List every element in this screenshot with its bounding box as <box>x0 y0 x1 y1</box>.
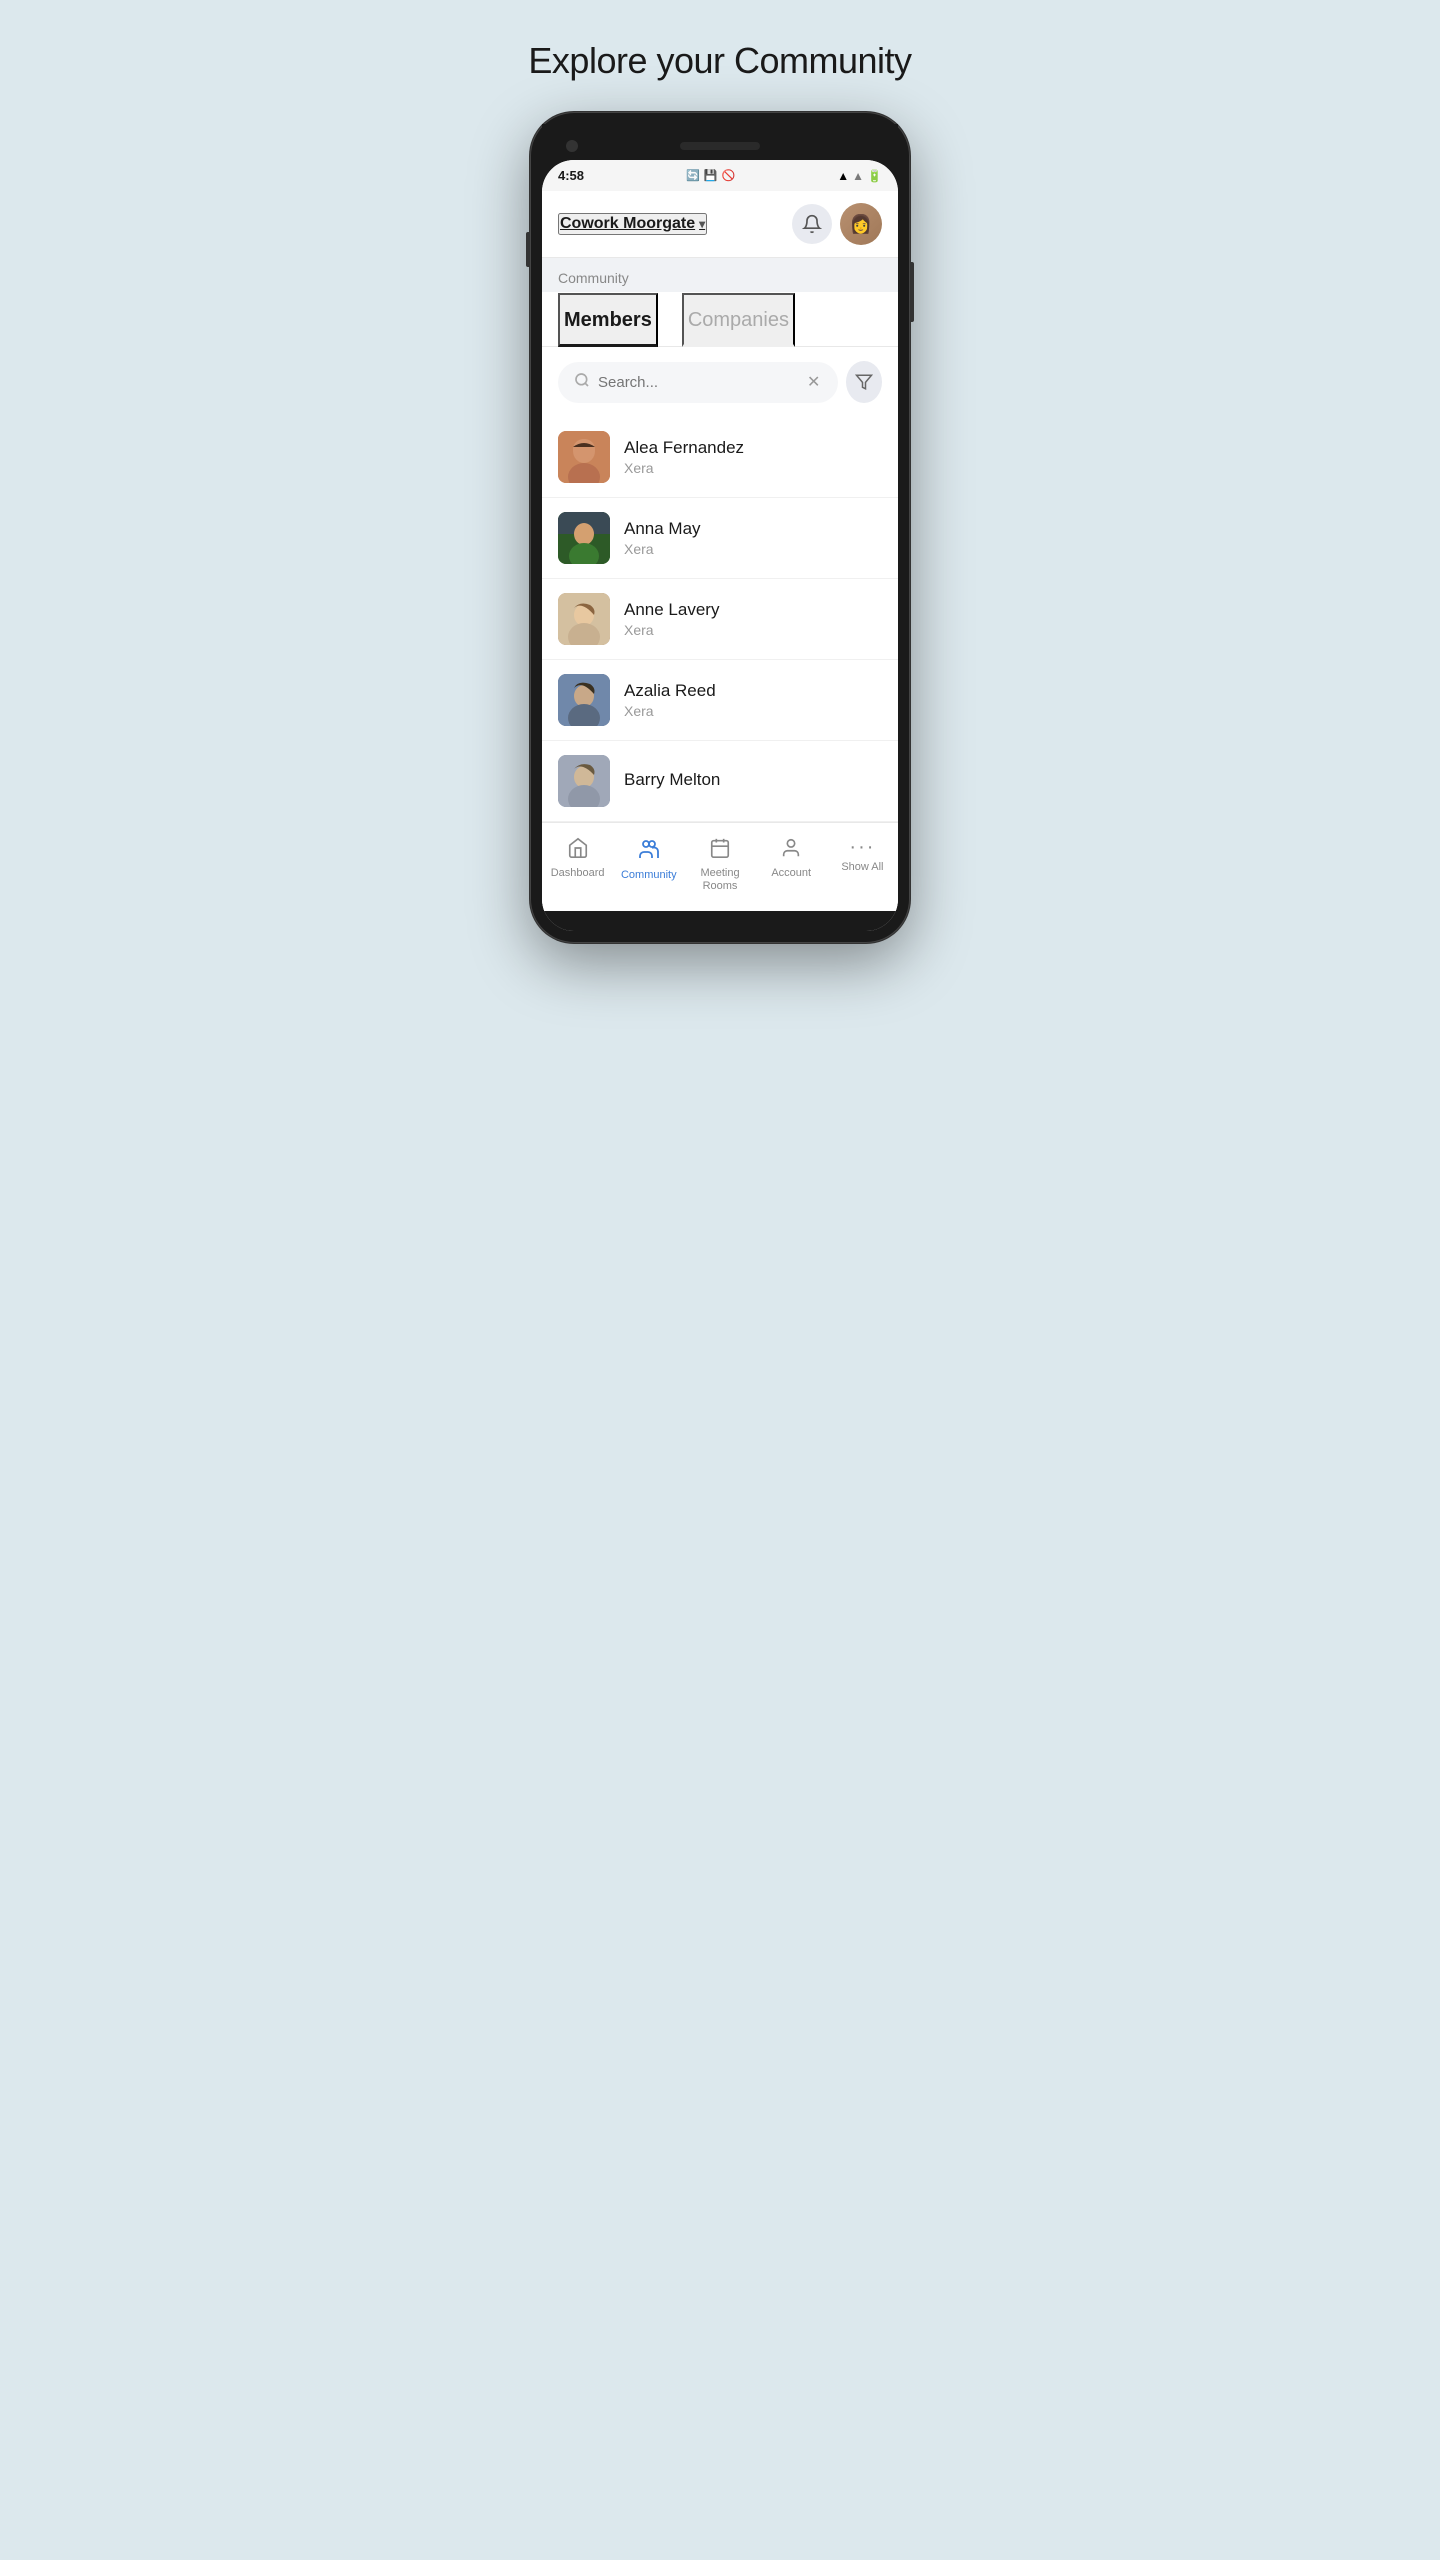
member-avatar-3 <box>558 674 610 726</box>
user-avatar: 👩 <box>840 203 882 245</box>
avatar-image-4 <box>558 755 610 807</box>
member-company-0: Xera <box>624 460 882 476</box>
calendar-icon <box>709 837 731 863</box>
phone-bottom-bar <box>542 911 898 931</box>
member-name-4: Barry Melton <box>624 770 882 790</box>
member-company-2: Xera <box>624 622 882 638</box>
app-content: Cowork Moorgate ▾ 👩 <box>542 191 898 911</box>
member-item-0[interactable]: Alea Fernandez Xera <box>542 417 898 498</box>
tab-companies[interactable]: Companies <box>682 293 795 347</box>
filter-button[interactable] <box>846 361 882 403</box>
tab-members[interactable]: Members <box>558 293 658 347</box>
app-header: Cowork Moorgate ▾ 👩 <box>542 191 898 258</box>
member-item-1[interactable]: Anna May Xera <box>542 498 898 579</box>
avatar-svg-3 <box>558 674 610 726</box>
nav-community-label: Community <box>621 869 677 882</box>
avatar-svg-2 <box>558 593 610 645</box>
save-icon: 💾 <box>704 169 718 182</box>
status-right: ▲ ▲ 🔋 <box>837 169 882 183</box>
status-icons: 🔄 💾 🚫 <box>686 169 735 182</box>
page-title: Explore your Community <box>528 40 911 82</box>
search-clear-button[interactable]: ✕ <box>805 372 822 392</box>
member-name-1: Anna May <box>624 519 882 539</box>
avatar-svg-4 <box>558 755 610 807</box>
members-list: Alea Fernandez Xera <box>542 417 898 822</box>
account-icon <box>780 837 802 863</box>
member-company-1: Xera <box>624 541 882 557</box>
member-name-2: Anne Lavery <box>624 600 882 620</box>
phone-top-bar <box>542 124 898 160</box>
bottom-nav: Dashboard Community <box>542 822 898 911</box>
wifi-icon: ▲ <box>837 169 849 183</box>
nav-account[interactable]: Account <box>756 831 827 899</box>
home-icon <box>567 837 589 863</box>
member-item-3[interactable]: Azalia Reed Xera <box>542 660 898 741</box>
community-icon <box>637 837 661 865</box>
member-name-0: Alea Fernandez <box>624 438 882 458</box>
notifications-button[interactable] <box>792 204 832 244</box>
search-icon <box>574 372 590 393</box>
member-info-2: Anne Lavery Xera <box>624 600 882 638</box>
block-icon: 🚫 <box>722 169 736 182</box>
section-label: Community <box>542 258 898 292</box>
phone-shell: 4:58 🔄 💾 🚫 ▲ ▲ 🔋 Cowork Moor <box>530 112 910 943</box>
search-input-wrap: ✕ <box>558 362 838 403</box>
member-item-4[interactable]: Barry Melton <box>542 741 898 822</box>
member-info-3: Azalia Reed Xera <box>624 681 882 719</box>
camera-notch <box>566 140 578 152</box>
chevron-down-icon: ▾ <box>699 217 705 231</box>
nav-dashboard[interactable]: Dashboard <box>542 831 613 899</box>
member-avatar-0 <box>558 431 610 483</box>
battery-icon: 🔋 <box>867 169 882 183</box>
member-company-3: Xera <box>624 703 882 719</box>
search-row: ✕ <box>542 347 898 417</box>
nav-meeting-rooms[interactable]: Meeting Rooms <box>684 831 755 899</box>
bell-icon <box>802 214 822 234</box>
nav-account-label: Account <box>771 867 811 880</box>
status-time: 4:58 <box>558 168 584 183</box>
status-bar: 4:58 🔄 💾 🚫 ▲ ▲ 🔋 <box>542 160 898 191</box>
avatar-image-2 <box>558 593 610 645</box>
member-info-4: Barry Melton <box>624 770 882 792</box>
phone-device: 4:58 🔄 💾 🚫 ▲ ▲ 🔋 Cowork Moor <box>530 112 910 943</box>
workspace-selector[interactable]: Cowork Moorgate ▾ <box>558 213 707 235</box>
speaker-grille <box>680 142 760 150</box>
phone-screen: 4:58 🔄 💾 🚫 ▲ ▲ 🔋 Cowork Moor <box>542 160 898 931</box>
workspace-name-label: Cowork Moorgate <box>560 215 695 233</box>
nav-show-all-label: Show All <box>841 861 883 874</box>
avatar-svg-0 <box>558 431 610 483</box>
avatar-svg-1 <box>558 512 610 564</box>
member-info-0: Alea Fernandez Xera <box>624 438 882 476</box>
member-avatar-4 <box>558 755 610 807</box>
nav-dashboard-label: Dashboard <box>551 867 605 880</box>
avatar-image-1 <box>558 512 610 564</box>
search-input[interactable] <box>598 374 797 391</box>
member-name-3: Azalia Reed <box>624 681 882 701</box>
tabs-row: Members Companies <box>542 292 898 347</box>
member-item-2[interactable]: Anne Lavery Xera <box>542 579 898 660</box>
avatar-image-0 <box>558 431 610 483</box>
member-avatar-2 <box>558 593 610 645</box>
user-avatar-button[interactable]: 👩 <box>840 203 882 245</box>
more-icon: ··· <box>849 837 875 857</box>
filter-icon <box>855 373 873 391</box>
signal-icon: ▲ <box>852 169 864 183</box>
avatar-image-3 <box>558 674 610 726</box>
nav-community[interactable]: Community <box>613 831 684 899</box>
notification-icon: 🔄 <box>686 169 700 182</box>
nav-meeting-rooms-label: Meeting Rooms <box>700 867 739 893</box>
nav-show-all[interactable]: ··· Show All <box>827 831 898 899</box>
header-actions: 👩 <box>792 203 882 245</box>
member-avatar-1 <box>558 512 610 564</box>
member-info-1: Anna May Xera <box>624 519 882 557</box>
